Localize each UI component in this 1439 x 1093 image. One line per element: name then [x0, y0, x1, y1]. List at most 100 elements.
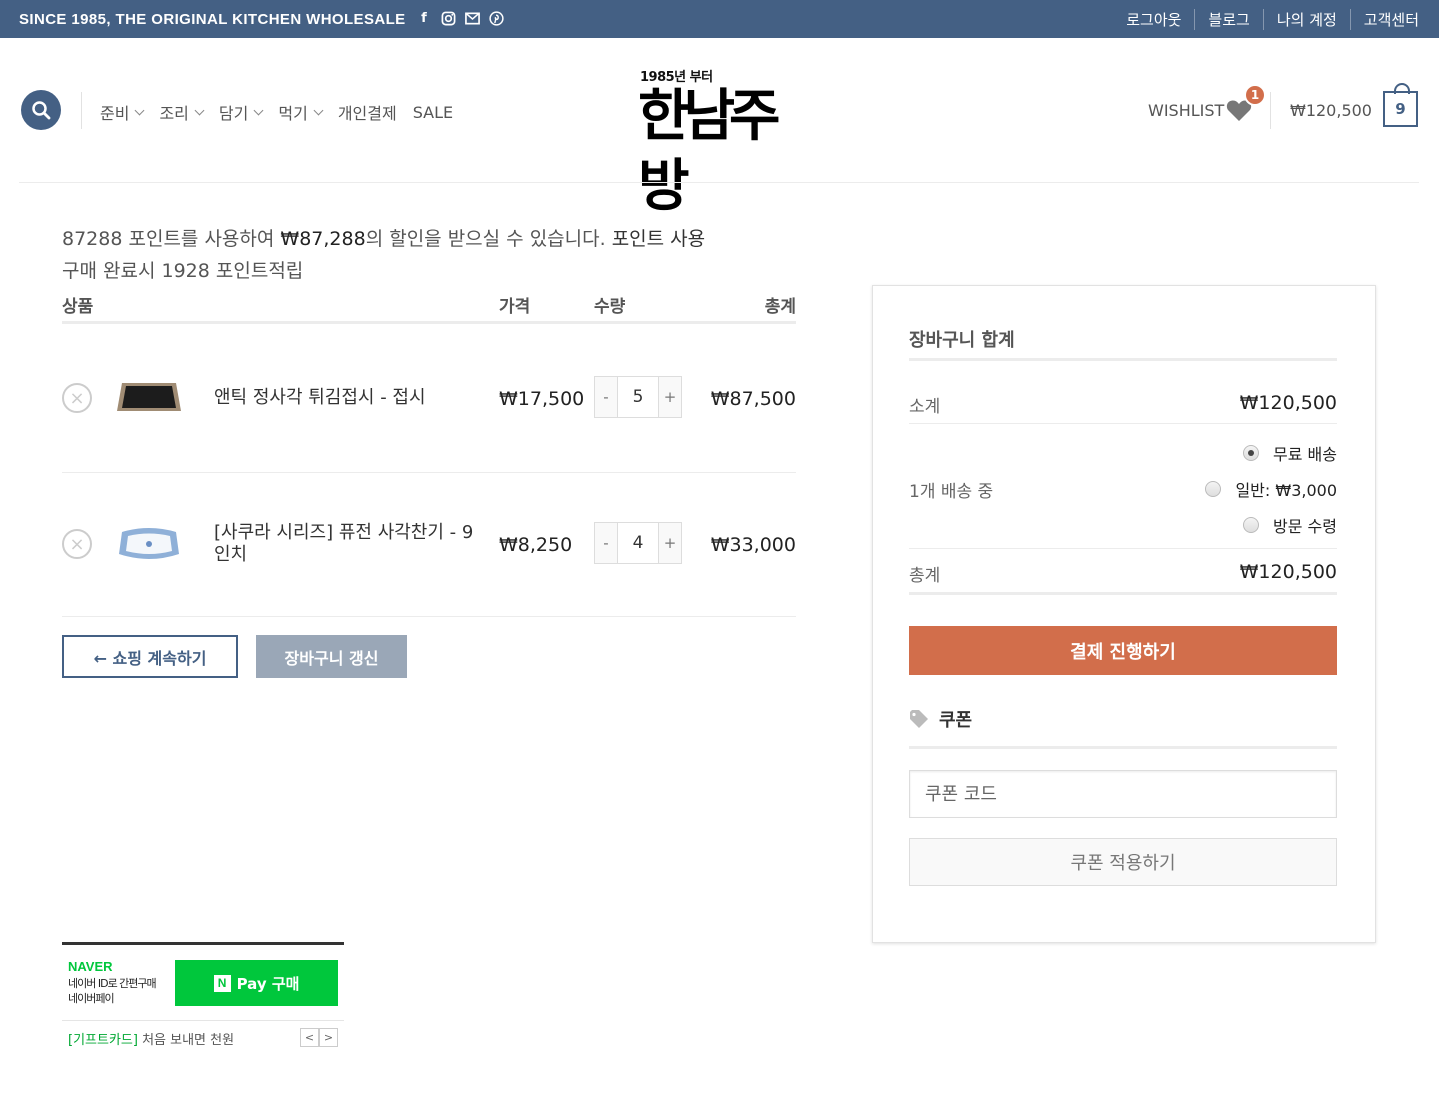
naver-pay-description: 네이버 ID로 간편구매 네이버페이 [68, 977, 157, 1005]
qty-input[interactable]: 4 [617, 523, 659, 563]
row-subtotal: ₩87,500 [710, 388, 796, 410]
pinterest-icon[interactable] [488, 10, 504, 26]
coupon-code-input[interactable] [909, 770, 1337, 818]
top-links: 로그아웃 블로그 나의 계정 고객센터 [1113, 9, 1419, 30]
envelope-icon[interactable] [464, 10, 480, 26]
cart-totals-panel: 장바구니 합계 소계 ₩120,500 1개 배송 중 무료 배송 일반: ₩3… [872, 285, 1376, 943]
top-bar: SINCE 1985, THE ORIGINAL KITCHEN WHOLESA… [0, 0, 1439, 38]
points-amount: 87288 [62, 228, 123, 250]
promo-pager: < > [300, 1028, 338, 1047]
nav-item-serve[interactable]: 담기 [219, 100, 264, 124]
row-subtotal: ₩33,000 [710, 534, 796, 556]
cart-table-header: 상품 가격 수량 총계 [62, 290, 796, 324]
chevron-left-icon[interactable]: < [300, 1028, 319, 1047]
tag-icon [910, 710, 928, 728]
nav-item-cook[interactable]: 조리 [159, 100, 205, 124]
logo-name: 한남주방 [638, 84, 781, 219]
my-account-link[interactable]: 나의 계정 [1262, 9, 1350, 30]
wishlist-link[interactable]: WISHLIST [1148, 101, 1224, 120]
header-cart-total[interactable]: ₩120,500 [1290, 101, 1372, 120]
naver-n-icon: N [213, 974, 231, 992]
coupon-heading: 쿠폰 [909, 706, 972, 732]
product-price: ₩17,500 [499, 388, 585, 410]
social-links: f [416, 10, 504, 26]
chevron-right-icon[interactable]: > [319, 1028, 338, 1047]
proceed-to-checkout-button[interactable]: 결제 진행하기 [909, 626, 1337, 675]
chevron-down-icon [253, 105, 264, 115]
main-nav: 준비 조리 담기 먹기 개인결제 SALE [100, 100, 453, 124]
nav-item-sale[interactable]: SALE [413, 100, 453, 124]
logout-link[interactable]: 로그아웃 [1113, 9, 1194, 30]
qty-minus-button[interactable]: - [595, 377, 617, 417]
cart-totals-title: 장바구니 합계 [909, 330, 1015, 351]
naver-pay-widget: NAVER 네이버 ID로 간편구매 네이버페이 N Pay 구매 [기프트카드… [62, 942, 344, 1050]
divider [909, 592, 1337, 595]
header-divider [81, 92, 82, 129]
header-divider [1270, 92, 1271, 129]
nav-item-personal-payment[interactable]: 개인결제 [338, 100, 397, 124]
update-cart-button[interactable]: 장바구니 갱신 [256, 635, 407, 678]
search-button[interactable] [21, 90, 61, 130]
use-points-link[interactable]: 포인트 사용 [612, 228, 705, 250]
col-total: 총계 [764, 297, 796, 317]
wishlist-count-badge: 1 [1244, 84, 1266, 106]
chevron-down-icon [313, 105, 324, 115]
nav-item-prepare[interactable]: 준비 [100, 100, 145, 124]
shipping-option-standard[interactable]: 일반: ₩3,000 [1205, 477, 1337, 501]
col-price: 가격 [499, 297, 531, 317]
qty-plus-button[interactable]: + [659, 377, 681, 417]
col-product: 상품 [62, 297, 94, 317]
subtotal-value: ₩120,500 [1239, 392, 1337, 414]
remove-item-button[interactable]: × [62, 383, 92, 413]
earn-points-amount: 1928 [161, 260, 210, 282]
qty-plus-button[interactable]: + [659, 523, 681, 563]
product-thumbnail[interactable] [116, 379, 182, 419]
qty-input[interactable]: 5 [617, 377, 659, 417]
continue-shopping-button[interactable]: ← 쇼핑 계속하기 [62, 635, 238, 678]
naver-logo: NAVER [68, 959, 113, 974]
quantity-stepper: - 4 + [594, 522, 682, 564]
points-notice: 87288 포인트를 사용하여 ₩87,288의 할인을 받으실 수 있습니다.… [62, 228, 706, 250]
chevron-down-icon [194, 105, 205, 115]
qty-minus-button[interactable]: - [595, 523, 617, 563]
divider [909, 746, 1337, 749]
radio-button[interactable] [1243, 445, 1260, 461]
naver-pay-button[interactable]: N Pay 구매 [175, 960, 338, 1006]
naver-promo[interactable]: [기프트카드] 처음 보내면 천원 [68, 1029, 234, 1048]
points-discount: ₩87,288 [280, 228, 366, 250]
product-thumbnail[interactable] [116, 524, 182, 564]
chevron-down-icon [135, 105, 145, 115]
earn-points-notice: 구매 완료시 1928 포인트적립 [62, 260, 304, 282]
customer-center-link[interactable]: 고객센터 [1349, 9, 1419, 30]
shipping-option-pickup[interactable]: 방문 수령 [1243, 513, 1337, 537]
divider [62, 1020, 344, 1021]
table-row: × [사쿠라 시리즈] 퓨전 사각찬기 - 9 인치 ₩8,250 - 4 + … [62, 473, 796, 617]
subtotal-label: 소계 [909, 397, 941, 417]
apply-coupon-button[interactable]: 쿠폰 적용하기 [909, 838, 1337, 886]
facebook-icon[interactable]: f [416, 10, 432, 26]
tagline: SINCE 1985, THE ORIGINAL KITCHEN WHOLESA… [19, 11, 406, 28]
remove-item-button[interactable]: × [62, 529, 92, 559]
total-label: 총계 [909, 566, 941, 586]
product-name[interactable]: [사쿠라 시리즈] 퓨전 사각찬기 - 9 인치 [214, 522, 484, 566]
product-name[interactable]: 앤틱 정사각 튀김접시 - 접시 [214, 387, 484, 409]
cart-icon[interactable]: 9 [1383, 83, 1418, 127]
table-row: × 앤틱 정사각 튀김접시 - 접시 ₩17,500 - 5 + ₩87,500 [62, 326, 796, 473]
header-divider-line [19, 182, 1419, 183]
radio-button[interactable] [1205, 481, 1222, 497]
shipping-label: 1개 배송 중 [909, 482, 994, 502]
col-qty: 수량 [594, 297, 626, 317]
divider [909, 358, 1337, 361]
search-icon [32, 101, 51, 120]
nav-item-eat[interactable]: 먹기 [278, 100, 324, 124]
divider [909, 548, 1337, 549]
site-logo[interactable]: 1985년 부터 한남주방 [638, 66, 800, 219]
quantity-stepper: - 5 + [594, 376, 682, 418]
radio-button[interactable] [1243, 517, 1260, 533]
instagram-icon[interactable] [440, 10, 456, 26]
divider [909, 423, 1337, 424]
total-value: ₩120,500 [1239, 561, 1337, 583]
shipping-option-free[interactable]: 무료 배송 [1243, 441, 1337, 465]
product-price: ₩8,250 [499, 534, 573, 556]
blog-link[interactable]: 블로그 [1194, 9, 1262, 30]
